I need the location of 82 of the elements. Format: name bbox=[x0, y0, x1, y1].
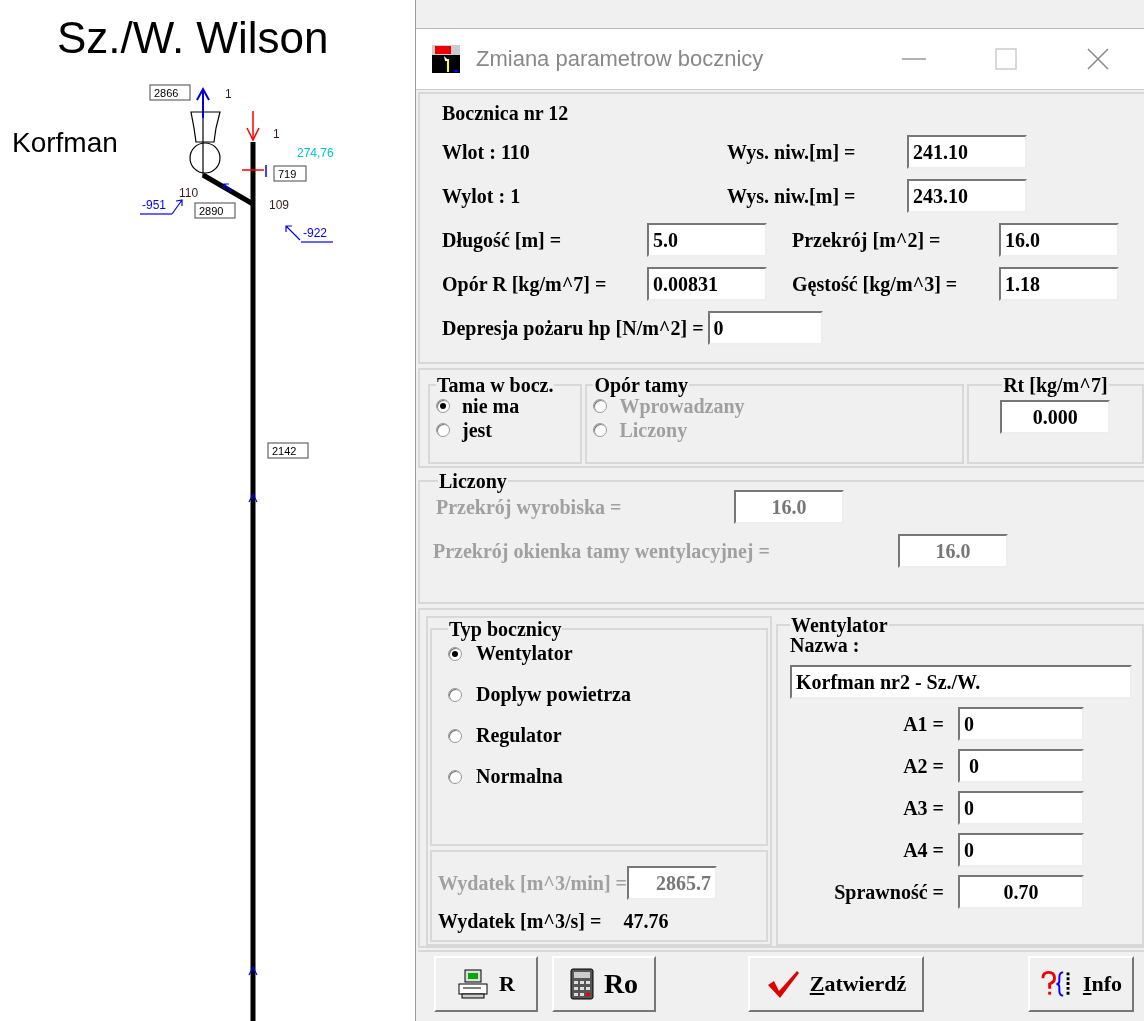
checkmark-icon bbox=[765, 969, 800, 999]
node-label: 109 bbox=[269, 198, 290, 212]
flow-arrow-icon bbox=[223, 183, 233, 193]
option-label: Doplyw powietrza bbox=[476, 683, 631, 706]
radio-button[interactable] bbox=[448, 646, 462, 661]
input-field[interactable]: 0.70 bbox=[958, 875, 1084, 909]
field-label: A4 = bbox=[902, 838, 945, 862]
fan-drawing bbox=[189, 111, 221, 177]
node-label: 274,76 bbox=[297, 146, 334, 160]
printer-icon bbox=[457, 968, 490, 1000]
node-label: 1 bbox=[273, 127, 280, 141]
field-label: Wys. niw.[m] = bbox=[727, 140, 857, 164]
flow-marker-icon bbox=[248, 965, 258, 976]
window-title: Zmiana parametrow bocznicy bbox=[476, 46, 765, 72]
field-label: Sprawność = bbox=[833, 880, 945, 904]
group-title: Tama w bocz. bbox=[436, 376, 555, 394]
field-label: Wys. niw.[m] = bbox=[727, 184, 857, 208]
info-button[interactable]: Info bbox=[1028, 956, 1134, 1012]
branch-heading: Bocznica nr 12 bbox=[442, 102, 569, 125]
field-label: Opór R [kg/m^7] = bbox=[442, 272, 608, 296]
input-field[interactable]: 0 bbox=[958, 707, 1084, 741]
regulator-mark-icon bbox=[241, 164, 267, 178]
node-label: Wylot : 1 bbox=[442, 184, 522, 208]
input-field[interactable]: 243.10 bbox=[907, 179, 1027, 213]
confirm-button[interactable]: Zatwierdź bbox=[748, 956, 924, 1012]
input-field[interactable]: 0 bbox=[958, 791, 1084, 825]
field-label: Wydatek [m^3/min] = bbox=[438, 871, 627, 895]
input-field[interactable]: 16.0 bbox=[999, 223, 1119, 257]
input-field[interactable]: 241.10 bbox=[907, 135, 1027, 169]
calculator-icon bbox=[569, 968, 594, 1000]
input-field[interactable]: 0.00831 bbox=[647, 267, 767, 301]
scheme-title: Sz./W. Wilson bbox=[57, 13, 329, 62]
field-label: Przekrój [m^2] = bbox=[792, 228, 942, 252]
input-field[interactable]: 5.0 bbox=[647, 223, 767, 257]
option-label: Wentylator bbox=[476, 642, 573, 665]
down-arrow-icon bbox=[246, 110, 260, 142]
radio-button[interactable] bbox=[448, 769, 462, 784]
input-field[interactable]: 0 bbox=[958, 833, 1084, 867]
field-label: Przekrój wyrobiska = bbox=[436, 495, 623, 519]
close-icon[interactable] bbox=[1086, 47, 1110, 71]
flow-arrow-icon bbox=[285, 225, 301, 241]
option-label: Liczony bbox=[619, 418, 688, 442]
node-label: 110 bbox=[179, 186, 199, 200]
radio-button[interactable] bbox=[436, 399, 450, 413]
fan-station-label: Korfman bbox=[12, 127, 118, 158]
value-tag: 2142 bbox=[267, 442, 309, 459]
field-label: Przekrój okienka tamy wentylacyjnej = bbox=[433, 539, 771, 563]
app-icon bbox=[432, 45, 460, 73]
flow-value: -951 bbox=[139, 198, 173, 215]
input-field[interactable]: 0 bbox=[707, 311, 823, 345]
radio-button[interactable] bbox=[448, 728, 462, 743]
flow-arrow-icon bbox=[171, 199, 183, 215]
option-label: Normalna bbox=[476, 765, 563, 788]
input-field[interactable]: 0 bbox=[958, 749, 1084, 783]
option-label: nie ma bbox=[462, 394, 520, 418]
field-label: A2 = bbox=[902, 754, 945, 778]
up-arrow-icon bbox=[196, 86, 210, 119]
input-field[interactable]: 2865.7 bbox=[626, 866, 717, 900]
radio-button[interactable] bbox=[448, 687, 462, 702]
option-label: Regulator bbox=[476, 724, 562, 747]
input-field[interactable]: Korfman nr2 - Sz./W. bbox=[790, 665, 1132, 699]
option-label: jest bbox=[462, 418, 492, 442]
input-field[interactable]: 0.000 bbox=[1000, 400, 1111, 434]
value-tag: 719 bbox=[273, 165, 307, 182]
input-field[interactable]: 1.18 bbox=[999, 267, 1119, 301]
field-label: Depresja pożaru hp [N/m^2] = bbox=[442, 316, 704, 340]
field-label: A3 = bbox=[902, 796, 945, 820]
node-label: Wlot : 110 bbox=[442, 140, 531, 164]
flow-value: -922 bbox=[300, 226, 334, 243]
value-tag: 2890 bbox=[194, 202, 236, 219]
field-label: Gęstość [kg/m^3] = bbox=[792, 272, 959, 296]
node-label: 1 bbox=[225, 87, 232, 101]
flow-value: 47.76 bbox=[623, 910, 669, 933]
calculate-button[interactable]: Ro bbox=[552, 956, 656, 1012]
flow-marker-icon bbox=[248, 492, 258, 503]
minimize-icon[interactable] bbox=[902, 57, 926, 61]
field-label: Wydatek [m^3/s] = bbox=[438, 910, 602, 933]
print-button[interactable]: R bbox=[434, 956, 538, 1012]
field-label: A1 = bbox=[902, 712, 945, 736]
radio-button[interactable] bbox=[436, 423, 450, 437]
field-label: Długość [m] = bbox=[442, 228, 563, 252]
value-tag: 2866 bbox=[149, 84, 191, 101]
